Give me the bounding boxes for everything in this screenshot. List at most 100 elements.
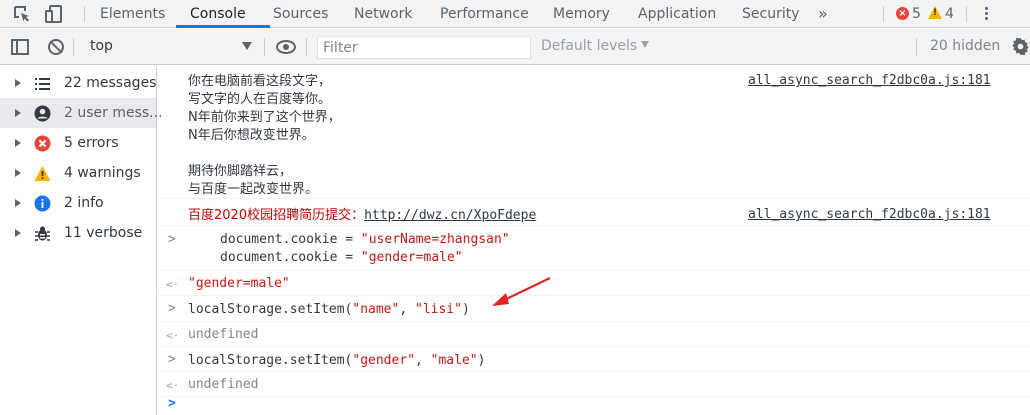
- more-tabs-button[interactable]: »: [818, 0, 828, 28]
- expand-arrow-icon[interactable]: [15, 169, 21, 177]
- code-text: localStorage.setItem(: [188, 302, 353, 317]
- gear-icon[interactable]: [1011, 37, 1030, 56]
- recruit-text: 百度2020校园招聘简历提交：: [188, 208, 365, 223]
- code-string: "lisi": [415, 302, 462, 317]
- chevron-down-icon: [641, 41, 650, 48]
- list-icon: [35, 78, 50, 90]
- log-line: N年后你想改变世界。: [188, 128, 315, 143]
- console-result-entry: <· undefined: [158, 323, 1030, 347]
- sidebar-item-errors[interactable]: 5 errors: [0, 128, 156, 158]
- log-line: 与百度一起改变世界。: [188, 182, 319, 197]
- sidebar-item-warnings[interactable]: 4 warnings: [0, 158, 156, 188]
- sidebar-item-label: 2 info: [64, 195, 104, 211]
- expand-arrow-icon[interactable]: [15, 139, 21, 147]
- device-toolbar-icon[interactable]: [44, 4, 64, 24]
- error-count[interactable]: 5: [912, 0, 921, 28]
- error-icon[interactable]: ×: [896, 7, 909, 20]
- source-link[interactable]: all_async_search_f2dbc0a.js:181: [748, 73, 991, 88]
- tab-sources[interactable]: Sources: [273, 0, 328, 28]
- log-line: 期待你脚踏祥云，: [188, 164, 293, 179]
- user-icon: [34, 105, 51, 122]
- sidebar-item-label: 5 errors: [64, 135, 119, 151]
- log-line: 写文字的人在百度等你。: [188, 92, 332, 107]
- bug-icon: [35, 226, 50, 241]
- console-input-entry: > document.cookie = "userName=zhangsan" …: [158, 227, 1030, 271]
- console-prompt[interactable]: >: [158, 396, 1030, 415]
- sidebar-item-user-messages[interactable]: 2 user mess...: [0, 98, 163, 128]
- tabbar-divider: [84, 6, 85, 22]
- tab-security[interactable]: Security: [742, 0, 800, 28]
- sidebar-item-label: 4 warnings: [64, 165, 141, 181]
- result-value: "gender=male": [188, 276, 290, 291]
- result-value: undefined: [188, 327, 259, 342]
- code-string: "gender=male": [360, 250, 463, 265]
- code-line[interactable]: document.cookie = "userName=zhangsan": [220, 232, 510, 247]
- tabbar-divider: [966, 6, 967, 22]
- source-link[interactable]: all_async_search_f2dbc0a.js:181: [748, 207, 991, 222]
- return-arrow-icon: <·: [166, 329, 180, 342]
- toolbar-divider: [264, 38, 265, 56]
- code-text: ,: [399, 302, 415, 317]
- console-sidebar: 22 messages 2 user mess... 5 errors 4 wa…: [0, 66, 163, 415]
- expand-arrow-icon[interactable]: [15, 199, 21, 207]
- recruit-url-link[interactable]: http://dwz.cn/XpoFdepe: [364, 208, 536, 223]
- toolbar-divider: [916, 38, 917, 56]
- active-tab-indicator: [176, 25, 270, 28]
- warning-icon[interactable]: !: [928, 6, 942, 19]
- log-line: 你在电脑前看这段文字，: [188, 74, 332, 89]
- chevron-down-icon: [242, 42, 252, 50]
- code-text: ): [477, 353, 486, 368]
- code-line[interactable]: localStorage.setItem("name", "lisi"): [188, 302, 470, 317]
- code-text: ): [461, 302, 470, 317]
- hidden-count: 20 hidden: [930, 38, 1001, 54]
- sidebar-toggle-icon[interactable]: [11, 39, 29, 55]
- console-input-entry: > localStorage.setItem("gender", "male"): [158, 348, 1030, 372]
- code-text: document.cookie =: [220, 250, 361, 265]
- context-selector[interactable]: top: [82, 36, 258, 58]
- error-icon: [34, 135, 51, 152]
- kebab-menu-icon[interactable]: [979, 5, 993, 23]
- prompt-chevron-icon: >: [168, 396, 176, 411]
- result-value: undefined: [188, 377, 259, 392]
- code-line[interactable]: document.cookie = "gender=male": [220, 250, 463, 265]
- log-line: 百度2020校园招聘简历提交：http://dwz.cn/XpoFdepe: [188, 204, 536, 223]
- console-log-message: 百度2020校园招聘简历提交：http://dwz.cn/XpoFdepe al…: [158, 200, 1030, 226]
- console-result-entry: <· "gender=male": [158, 272, 1030, 296]
- tab-elements[interactable]: Elements: [100, 0, 165, 28]
- warning-icon: [34, 166, 51, 181]
- expand-arrow-icon[interactable]: [15, 109, 21, 117]
- inspect-element-icon[interactable]: [12, 4, 32, 24]
- toolbar-divider: [306, 38, 307, 56]
- tab-memory[interactable]: Memory: [553, 0, 610, 28]
- expand-arrow-icon[interactable]: [15, 229, 21, 237]
- prompt-chevron-icon: >: [168, 352, 176, 367]
- tab-network[interactable]: Network: [354, 0, 412, 28]
- code-string: "male": [430, 353, 478, 368]
- code-string: "userName=zhangsan": [360, 232, 510, 247]
- live-expression-eye-icon[interactable]: [276, 40, 296, 54]
- tab-performance[interactable]: Performance: [440, 0, 529, 28]
- console-input-entry: > localStorage.setItem("name", "lisi"): [158, 297, 1030, 322]
- tab-console[interactable]: Console: [190, 0, 246, 28]
- console-toolbar: top Default levels 20 hidden: [0, 29, 1030, 65]
- code-string: "name": [352, 302, 400, 317]
- return-arrow-icon: <·: [166, 278, 180, 291]
- warning-count[interactable]: 4: [945, 0, 954, 28]
- prompt-chevron-icon: >: [168, 232, 176, 247]
- sidebar-item-verbose[interactable]: 11 verbose: [0, 218, 156, 248]
- code-string: "gender": [352, 353, 415, 368]
- context-value: top: [90, 38, 113, 54]
- clear-console-icon[interactable]: [48, 39, 64, 55]
- tabbar-divider: [883, 6, 884, 22]
- code-line[interactable]: localStorage.setItem("gender", "male"): [188, 353, 485, 368]
- sidebar-item-info[interactable]: 2 info: [0, 188, 156, 218]
- console-log-message: 你在电脑前看这段文字， 写文字的人在百度等你。 N年前你来到了这个世界， N年后…: [158, 66, 1030, 199]
- annotation-arrow-icon: [492, 277, 551, 306]
- log-levels-label: Default levels: [541, 38, 638, 54]
- log-levels-dropdown[interactable]: Default levels: [541, 38, 650, 54]
- tab-application[interactable]: Application: [638, 0, 716, 28]
- expand-arrow-icon[interactable]: [15, 79, 21, 87]
- filter-input[interactable]: [317, 36, 531, 59]
- sidebar-item-messages[interactable]: 22 messages: [0, 68, 156, 98]
- code-text: document.cookie =: [220, 232, 361, 247]
